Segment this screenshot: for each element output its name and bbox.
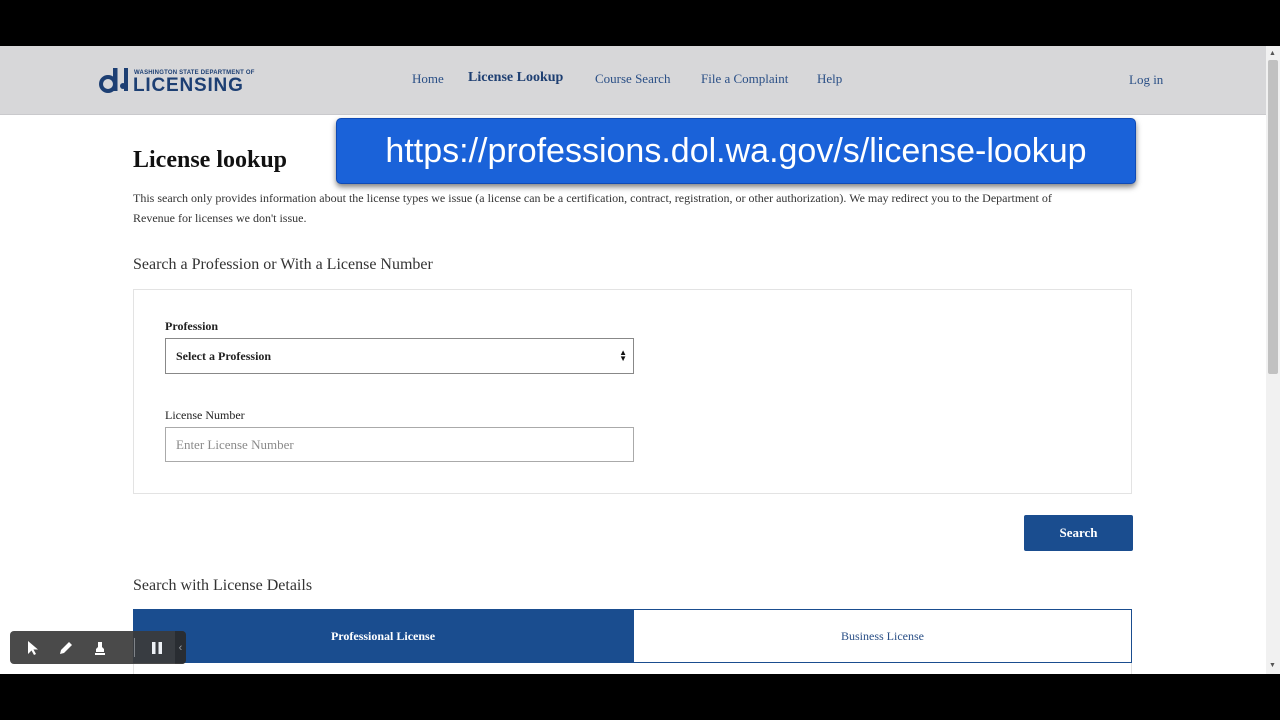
page-scrollbar[interactable]: ▲ ▼: [1266, 46, 1280, 674]
license-number-input[interactable]: [165, 427, 634, 462]
section-title-license-details: Search with License Details: [133, 577, 313, 594]
tab-panel: [133, 663, 1132, 674]
sort-arrows-icon: ▲ ▼: [619, 348, 627, 363]
scroll-down-icon[interactable]: ▼: [1269, 661, 1276, 669]
license-number-label: License Number: [165, 408, 245, 422]
license-type-tabs: Professional License Business License: [133, 609, 1132, 663]
scroll-thumb[interactable]: [1268, 60, 1278, 374]
dol-logo-mark-icon: [99, 68, 128, 93]
section-title-profession-search: Search a Profession or With a License Nu…: [133, 256, 433, 273]
nav-license-lookup[interactable]: License Lookup: [468, 70, 563, 86]
page-title: License lookup: [133, 147, 288, 173]
nav-course-search[interactable]: Course Search: [595, 71, 670, 87]
dol-logo[interactable]: WASHINGTON STATE DEPARTMENT OF LICENSING: [99, 66, 259, 96]
highlighter-icon[interactable]: [85, 631, 115, 664]
search-button[interactable]: Search: [1024, 515, 1133, 551]
logo-wordmark: LICENSING: [133, 75, 244, 96]
profession-select[interactable]: Select a Profession ▲ ▼: [165, 338, 634, 374]
login-link[interactable]: Log in: [1129, 72, 1163, 88]
profession-label: Profession: [165, 319, 219, 333]
browser-viewport: WASHINGTON STATE DEPARTMENT OF LICENSING…: [0, 46, 1280, 674]
nav-help[interactable]: Help: [817, 71, 842, 87]
pause-icon[interactable]: [142, 631, 172, 664]
chevron-left-icon[interactable]: ‹: [175, 631, 186, 664]
pen-icon[interactable]: [51, 631, 81, 664]
scroll-up-icon[interactable]: ▲: [1269, 49, 1276, 57]
intro-text: This search only provides information ab…: [133, 191, 1052, 225]
nav-home[interactable]: Home: [412, 71, 444, 87]
site-header: WASHINGTON STATE DEPARTMENT OF LICENSING…: [0, 46, 1266, 115]
url-overlay-banner: https://professions.dol.wa.gov/s/license…: [336, 118, 1136, 184]
annotation-toolbar: ‹: [10, 631, 186, 664]
nav-file-complaint[interactable]: File a Complaint: [701, 71, 788, 87]
toolbar-divider: [134, 638, 135, 657]
cursor-icon[interactable]: [18, 631, 48, 664]
tab-business-license[interactable]: Business License: [633, 609, 1132, 663]
search-card: Profession Select a Profession ▲ ▼ Licens…: [133, 289, 1132, 494]
tab-professional-license[interactable]: Professional License: [133, 609, 633, 663]
profession-select-value: Select a Profession: [176, 349, 272, 363]
